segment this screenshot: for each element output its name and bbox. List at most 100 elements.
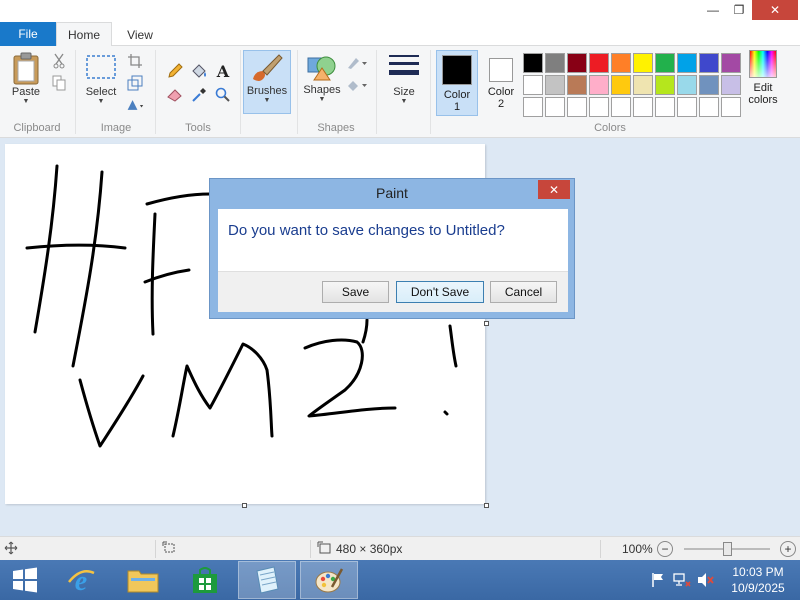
- crop-icon[interactable]: [126, 52, 144, 70]
- dialog-close-button[interactable]: ✕: [538, 180, 570, 199]
- divider: [155, 540, 156, 558]
- palette-swatch[interactable]: [655, 97, 675, 117]
- cancel-button[interactable]: Cancel: [490, 281, 557, 303]
- window-close-button[interactable]: ✕: [752, 0, 798, 20]
- shapes-button[interactable]: Shapes ▼: [300, 52, 344, 104]
- palette-swatch[interactable]: [523, 75, 543, 95]
- taskbar-file-explorer[interactable]: [114, 561, 172, 599]
- palette-swatch[interactable]: [721, 53, 741, 73]
- palette-swatch[interactable]: [589, 97, 609, 117]
- palette-swatch[interactable]: [545, 97, 565, 117]
- shapes-icon: [307, 56, 336, 81]
- taskbar-internet-explorer[interactable]: e: [52, 561, 110, 599]
- fill-icon[interactable]: [346, 76, 368, 94]
- palette-swatch[interactable]: [677, 53, 697, 73]
- palette-swatch[interactable]: [567, 97, 587, 117]
- color-palette: [522, 52, 742, 118]
- folder-icon: [127, 570, 159, 593]
- palette-swatch[interactable]: [699, 75, 719, 95]
- restore-button[interactable]: ❐: [726, 0, 752, 20]
- internet-explorer-icon: e: [68, 566, 95, 595]
- palette-swatch[interactable]: [545, 75, 565, 95]
- resize-handle-bottom[interactable]: [242, 503, 247, 508]
- palette-swatch[interactable]: [721, 75, 741, 95]
- color-1-button[interactable]: Color 1: [436, 50, 478, 116]
- edit-colors-button[interactable]: Edit colors: [742, 50, 784, 106]
- palette-swatch[interactable]: [699, 53, 719, 73]
- palette-swatch[interactable]: [611, 53, 631, 73]
- palette-swatch[interactable]: [523, 53, 543, 73]
- zoom-out-button[interactable]: −: [657, 541, 673, 557]
- fill-bucket-icon[interactable]: [190, 62, 208, 80]
- brushes-button[interactable]: Brushes ▼: [243, 50, 291, 114]
- zoom-in-button[interactable]: +: [780, 541, 796, 557]
- divider: [240, 50, 241, 134]
- palette-swatch[interactable]: [721, 97, 741, 117]
- eraser-icon[interactable]: [166, 86, 184, 104]
- taskbar-store[interactable]: [176, 561, 234, 599]
- action-center-flag-icon[interactable]: [648, 560, 668, 600]
- zoom-slider-thumb[interactable]: [723, 542, 732, 556]
- color-picker-icon[interactable]: [190, 86, 208, 104]
- paste-button[interactable]: Paste ▼: [6, 52, 46, 106]
- start-button[interactable]: [0, 561, 50, 599]
- outline-icon[interactable]: [346, 54, 368, 72]
- copy-icon[interactable]: [50, 74, 68, 92]
- color-1-label-a: Color: [443, 89, 471, 101]
- palette-swatch[interactable]: [611, 97, 631, 117]
- palette-swatch[interactable]: [567, 75, 587, 95]
- divider: [155, 50, 156, 134]
- palette-swatch[interactable]: [655, 53, 675, 73]
- cursor-position-icon: [4, 541, 18, 558]
- palette-swatch[interactable]: [589, 53, 609, 73]
- taskbar-clock[interactable]: 10:03 PM 10/9/2025: [722, 564, 794, 596]
- tab-home[interactable]: Home: [56, 22, 112, 47]
- color-2-button[interactable]: Color 2: [480, 50, 522, 116]
- pencil-icon[interactable]: [166, 62, 184, 80]
- chevron-down-icon: ▼: [318, 96, 326, 103]
- palette-swatch[interactable]: [677, 75, 697, 95]
- volume-muted-icon[interactable]: [696, 560, 716, 600]
- cut-icon[interactable]: [50, 52, 68, 70]
- palette-swatch[interactable]: [699, 97, 719, 117]
- palette-swatch[interactable]: [545, 53, 565, 73]
- color-1-label-b: 1: [453, 101, 461, 113]
- resize-handle-right[interactable]: [484, 321, 489, 326]
- taskbar-paint[interactable]: [300, 561, 358, 599]
- rotate-icon[interactable]: [126, 96, 144, 114]
- divider: [376, 50, 377, 134]
- resize-handle-corner[interactable]: [484, 503, 489, 508]
- zoom-level: 100%: [622, 542, 653, 556]
- network-icon[interactable]: [672, 560, 692, 600]
- palette-swatch[interactable]: [655, 75, 675, 95]
- image-size-icon: [317, 541, 331, 558]
- palette-swatch[interactable]: [677, 97, 697, 117]
- shapes-label: Shapes: [303, 84, 341, 96]
- tab-view[interactable]: View: [116, 22, 164, 47]
- minimize-button[interactable]: —: [700, 0, 726, 20]
- save-button[interactable]: Save: [322, 281, 389, 303]
- clipboard-icon: [13, 52, 39, 85]
- resize-icon[interactable]: [126, 74, 144, 92]
- text-tool-icon[interactable]: A: [214, 62, 232, 81]
- palette-swatch[interactable]: [611, 75, 631, 95]
- colors-group-label: Colors: [594, 122, 626, 134]
- select-button[interactable]: Select ▼: [82, 54, 120, 106]
- palette-swatch[interactable]: [523, 97, 543, 117]
- tab-file[interactable]: File: [0, 22, 56, 46]
- clock-time: 10:03 PM: [732, 565, 784, 579]
- palette-swatch[interactable]: [633, 53, 653, 73]
- palette-swatch[interactable]: [589, 75, 609, 95]
- dont-save-button[interactable]: Don't Save: [396, 281, 484, 303]
- select-label: Select: [85, 86, 117, 98]
- taskbar-notepad[interactable]: [238, 561, 296, 599]
- paint-palette-icon: [315, 568, 344, 593]
- chevron-down-icon: ▼: [263, 97, 271, 104]
- dialog-button-bar: Save Don't Save Cancel: [218, 271, 568, 312]
- magnifier-icon[interactable]: [214, 86, 232, 104]
- palette-swatch[interactable]: [567, 53, 587, 73]
- clipboard-group-label: Clipboard: [13, 122, 61, 134]
- palette-swatch[interactable]: [633, 75, 653, 95]
- palette-swatch[interactable]: [633, 97, 653, 117]
- size-button[interactable]: Size ▼: [383, 52, 425, 106]
